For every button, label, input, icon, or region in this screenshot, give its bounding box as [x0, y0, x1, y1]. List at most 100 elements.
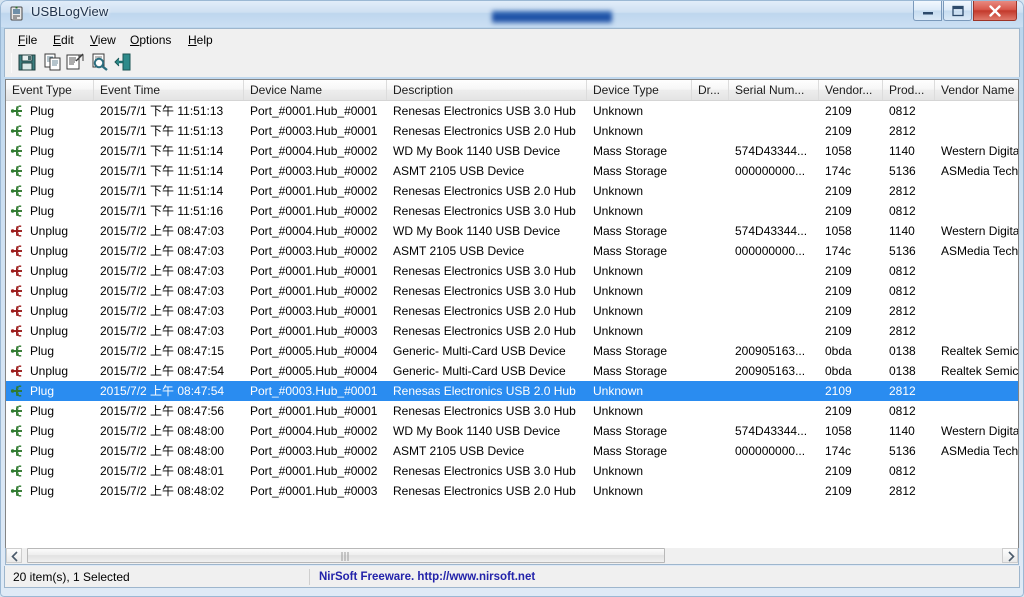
cell-device-name: Port_#0005.Hub_#0004: [250, 364, 378, 378]
table-row[interactable]: Plug 2015/7/1 下午 11:51:14 Port_#0003.Hub_#…: [6, 161, 1018, 181]
usb-plug-icon: [10, 343, 26, 359]
column-header-vendor-id[interactable]: Vendor...: [819, 80, 883, 100]
toolbar-separator: [11, 53, 12, 73]
cell-event-type: Plug: [30, 104, 55, 118]
exit-icon[interactable]: [114, 52, 136, 74]
table-row[interactable]: Unplug 2015/7/2 上午 08:47:03 Port_#0001.Hub…: [6, 321, 1018, 341]
cell-drive: [698, 261, 727, 281]
status-credit-link[interactable]: NirSoft Freeware. http://www.nirsoft.net: [313, 568, 783, 586]
find-icon[interactable]: [90, 52, 112, 74]
close-button[interactable]: [973, 1, 1017, 21]
cell-device-type: Unknown: [593, 304, 644, 318]
menu-file[interactable]: File: [13, 32, 42, 48]
scrollbar-thumb[interactable]: [27, 548, 665, 563]
usb-device-icon: [8, 5, 25, 22]
cell-event-type: Unplug: [30, 224, 69, 238]
status-bar: 20 item(s), 1 Selected NirSoft Freeware.…: [4, 566, 1020, 588]
cell-device-type: Mass Storage: [593, 144, 668, 158]
cell-serial: [735, 201, 817, 221]
window-title: USBLogView: [31, 4, 109, 19]
scroll-left-arrow-icon[interactable]: [6, 548, 22, 563]
cell-product-id: 1140: [889, 144, 915, 158]
cell-event-time: 2015/7/2 上午 08:48:00: [100, 424, 225, 438]
cell-vendor-name: [941, 121, 1018, 141]
cell-device-type: Unknown: [593, 124, 644, 138]
cell-device-type: Mass Storage: [593, 244, 668, 258]
title-bar[interactable]: USBLogView: [0, 0, 1024, 27]
redacted-title-region: [492, 10, 612, 24]
cell-drive: [698, 161, 727, 181]
copy-icon[interactable]: [43, 52, 65, 74]
table-row[interactable]: Plug 2015/7/1 下午 11:51:14 Port_#0004.Hub_#…: [6, 141, 1018, 161]
save-icon[interactable]: [17, 52, 39, 74]
table-row[interactable]: Plug 2015/7/2 上午 08:47:56 Port_#0001.Hub_#…: [6, 401, 1018, 421]
column-header-device-type[interactable]: Device Type: [587, 80, 692, 100]
column-header-device-name[interactable]: Device Name: [244, 80, 387, 100]
cell-serial: 574D43344...: [735, 144, 808, 158]
menu-help[interactable]: Help: [183, 32, 218, 48]
column-header-event-type[interactable]: Event Type: [6, 80, 94, 100]
table-row[interactable]: Plug 2015/7/2 上午 08:48:01 Port_#0001.Hub_#…: [6, 461, 1018, 481]
cell-vendor-name: [941, 401, 1018, 421]
minimize-button[interactable]: [913, 1, 942, 21]
menu-view[interactable]: View: [85, 32, 121, 48]
table-row[interactable]: Plug 2015/7/2 上午 08:48:00 Port_#0003.Hub_#…: [6, 441, 1018, 461]
cell-event-type: Plug: [30, 464, 55, 478]
properties-icon[interactable]: [65, 52, 87, 74]
cell-event-type: Plug: [30, 144, 55, 158]
cell-event-time: 2015/7/2 上午 08:47:03: [100, 264, 225, 278]
column-header-serial[interactable]: Serial Num...: [729, 80, 819, 100]
cell-event-type: Plug: [30, 424, 55, 438]
table-row[interactable]: Unplug 2015/7/2 上午 08:47:03 Port_#0004.Hub…: [6, 221, 1018, 241]
cell-event-time: 2015/7/2 上午 08:47:56: [100, 404, 225, 418]
cell-vendor-id: 2109: [825, 384, 852, 398]
event-list-view[interactable]: Event Type Event Time Device Name Descripti…: [5, 79, 1019, 564]
cell-vendor-name: [941, 381, 1018, 401]
menu-edit[interactable]: Edit: [48, 32, 79, 48]
table-row[interactable]: Plug 2015/7/2 上午 08:47:15 Port_#0005.Hub_#…: [6, 341, 1018, 361]
table-row[interactable]: Plug 2015/7/1 下午 11:51:16 Port_#0001.Hub_#…: [6, 201, 1018, 221]
horizontal-scrollbar[interactable]: [5, 548, 1019, 565]
table-row[interactable]: Unplug 2015/7/2 上午 08:47:03 Port_#0001.Hub…: [6, 281, 1018, 301]
cell-product-id: 0812: [889, 404, 916, 418]
table-row[interactable]: Plug 2015/7/1 下午 11:51:13 Port_#0001.Hub_#…: [6, 101, 1018, 121]
cell-event-type: Plug: [30, 204, 55, 218]
scroll-right-arrow-icon[interactable]: [1002, 548, 1018, 563]
table-row[interactable]: Unplug 2015/7/2 上午 08:47:03 Port_#0003.Hub…: [6, 301, 1018, 321]
table-row[interactable]: Unplug 2015/7/2 上午 08:47:03 Port_#0001.Hub…: [6, 261, 1018, 281]
column-header-row: Event Type Event Time Device Name Descripti…: [6, 80, 1018, 101]
column-header-event-time[interactable]: Event Time: [94, 80, 244, 100]
table-row[interactable]: Plug 2015/7/1 下午 11:51:14 Port_#0001.Hub_#…: [6, 181, 1018, 201]
cell-vendor-id: 2109: [825, 204, 852, 218]
cell-device-name: Port_#0001.Hub_#0002: [250, 464, 378, 478]
cell-device-type: Unknown: [593, 264, 644, 278]
table-row[interactable]: Plug 2015/7/2 上午 08:48:02 Port_#0001.Hub_#…: [6, 481, 1018, 501]
cell-device-name: Port_#0004.Hub_#0002: [250, 144, 378, 158]
column-header-vendor-name[interactable]: Vendor Name: [935, 80, 1018, 100]
table-row[interactable]: Plug 2015/7/1 下午 11:51:13 Port_#0003.Hub_#…: [6, 121, 1018, 141]
column-header-product-id[interactable]: Prod...: [883, 80, 935, 100]
menu-bar: File Edit View Options Help: [4, 28, 1020, 49]
table-row[interactable]: Plug 2015/7/2 上午 08:48:00 Port_#0004.Hub_#…: [6, 421, 1018, 441]
cell-vendor-id: 0bda: [825, 344, 852, 358]
menu-options[interactable]: Options: [125, 32, 176, 48]
table-row[interactable]: Unplug 2015/7/2 上午 08:47:03 Port_#0003.Hub…: [6, 241, 1018, 261]
cell-description: Renesas Electronics USB 2.0 Hub: [393, 124, 576, 138]
cell-product-id: 2812: [889, 484, 916, 498]
cell-event-type: Plug: [30, 344, 55, 358]
usb-plug-icon: [10, 443, 26, 459]
cell-drive: [698, 321, 727, 341]
cell-product-id: 5136: [889, 244, 916, 258]
maximize-button[interactable]: [943, 1, 972, 21]
cell-description: WD My Book 1140 USB Device: [393, 224, 561, 238]
column-header-description[interactable]: Description: [387, 80, 587, 100]
table-row[interactable]: Unplug 2015/7/2 上午 08:47:54 Port_#0005.Hub…: [6, 361, 1018, 381]
cell-vendor-name: [941, 181, 1018, 201]
cell-description: Renesas Electronics USB 2.0 Hub: [393, 324, 576, 338]
usb-unplug-icon: [10, 243, 26, 259]
cell-device-type: Unknown: [593, 104, 644, 118]
cell-vendor-id: 174c: [825, 244, 852, 258]
table-row[interactable]: Plug 2015/7/2 上午 08:47:54 Port_#0003.Hub_#…: [6, 381, 1018, 401]
column-header-drive[interactable]: Dr...: [692, 80, 729, 100]
usb-unplug-icon: [10, 303, 26, 319]
